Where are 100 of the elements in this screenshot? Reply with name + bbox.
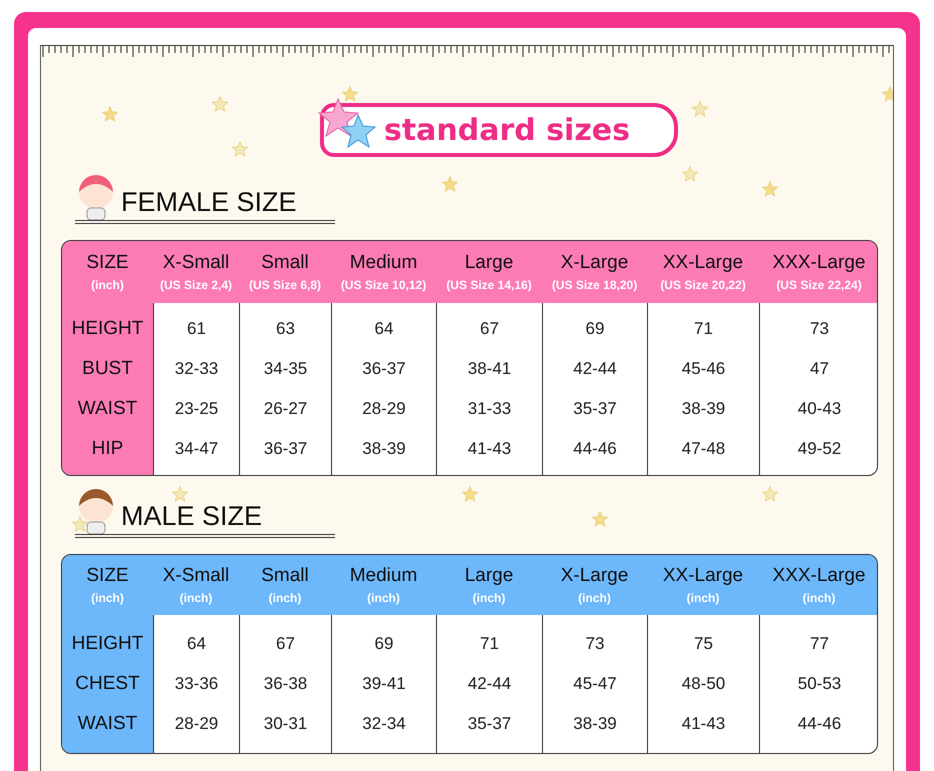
column-note: (US Size 14,16) [446, 278, 532, 292]
table-cell: 50-53 [798, 674, 842, 694]
table-cell: 38-39 [573, 714, 617, 734]
star-icon [761, 180, 779, 198]
table-cell: 28-29 [174, 714, 218, 734]
star-icon [231, 140, 249, 158]
table-cell: 49-52 [798, 439, 842, 459]
table-cell: 33-36 [174, 674, 218, 694]
table-cell: 36-37 [264, 439, 308, 459]
table-cell: 34-47 [174, 439, 218, 459]
star-icon [591, 510, 609, 528]
column-label: SIZE [86, 252, 129, 274]
column-label: XXX-Large [772, 252, 866, 274]
column-label: XX-Large [662, 252, 744, 274]
table-cell: 61 [187, 319, 206, 339]
star-icon [761, 485, 779, 503]
table-cell: 40-43 [798, 399, 842, 419]
star-icon [441, 175, 459, 193]
table-cell: 38-39 [682, 399, 726, 419]
column-note: (inch) [180, 591, 212, 605]
column-note: (inch) [802, 591, 836, 605]
table-cell: 32-34 [362, 714, 406, 734]
column-note: (inch) [91, 278, 124, 292]
column-note: (US Size 18,20) [552, 278, 638, 292]
column-label: X-Small [162, 565, 230, 587]
table-cell: 32-33 [174, 359, 218, 379]
star-icon [101, 105, 119, 123]
row-label: WAIST [78, 398, 138, 420]
table-cell: 41-43 [682, 714, 726, 734]
table-cell: 64 [374, 319, 394, 339]
table-cell: 71 [694, 319, 713, 339]
star-icon [681, 165, 699, 183]
table-cell: 69 [374, 634, 394, 654]
column-note: (inch) [578, 591, 611, 605]
table-cell: 38-39 [362, 439, 406, 459]
table-cell: 23-25 [174, 399, 218, 419]
table-cell: 42-44 [573, 359, 617, 379]
row-label: HEIGHT [72, 633, 144, 655]
row-label: HIP [92, 438, 124, 460]
column-note: (US Size 10,12) [340, 278, 426, 292]
table-cell: 30-31 [264, 714, 308, 734]
table-cell: 73 [810, 319, 829, 339]
column-note: (inch) [686, 591, 720, 605]
column-label: X-Small [162, 252, 230, 274]
page-title: standard sizes [384, 112, 630, 148]
column-note: (inch) [367, 591, 400, 605]
table-cell: 26-27 [264, 399, 308, 419]
column-note: (inch) [268, 591, 302, 605]
row-label: WAIST [78, 713, 138, 735]
column-label: SIZE [86, 565, 129, 587]
table-cell: 28-29 [362, 399, 406, 419]
table-cell: 42-44 [468, 674, 512, 694]
row-label: BUST [82, 358, 133, 380]
table-cell: 35-37 [468, 714, 512, 734]
column-note: (inch) [472, 591, 506, 605]
table-cell: 31-33 [468, 399, 512, 419]
table-cell: 41-43 [468, 439, 512, 459]
column-label: Small [261, 252, 309, 274]
column-note: (US Size 20,22) [660, 278, 746, 292]
star-icon [461, 485, 479, 503]
table-cell: 64 [187, 634, 206, 654]
section-heading: FEMALE SIZE [121, 187, 297, 219]
column-label: X-Large [560, 252, 628, 274]
column-label: XXX-Large [772, 565, 866, 587]
column-label: Large [464, 565, 514, 587]
table-cell: 69 [586, 319, 604, 339]
table-cell: 45-46 [682, 359, 726, 379]
table-cell: 44-46 [573, 439, 617, 459]
table-cell: 67 [276, 634, 295, 654]
row-label: CHEST [75, 673, 140, 695]
table-cell: 44-46 [798, 714, 842, 734]
column-note: (US Size 22,24) [776, 278, 862, 292]
table-cell: 75 [694, 634, 713, 654]
table-cell: 36-37 [362, 359, 406, 379]
table-cell: 45-47 [573, 674, 617, 694]
column-note: (US Size 6,8) [248, 278, 322, 292]
table-cell: 34-35 [264, 359, 308, 379]
column-label: Medium [350, 252, 418, 274]
column-note: (inch) [91, 591, 124, 605]
column-label: Medium [350, 565, 418, 587]
table-cell: 67 [480, 319, 499, 339]
column-label: X-Large [560, 565, 628, 587]
star-icon [71, 515, 89, 533]
table-cell: 73 [586, 634, 604, 654]
section-heading: MALE SIZE [121, 501, 262, 533]
table-cell: 38-41 [468, 359, 512, 379]
column-label: XX-Large [662, 565, 744, 587]
star-icon [691, 100, 709, 118]
column-label: Large [464, 252, 514, 274]
table-cell: 36-38 [264, 674, 308, 694]
table-cell: 35-37 [573, 399, 617, 419]
star-icon [211, 95, 229, 113]
star-icon [171, 485, 189, 503]
table-cell: 47-48 [682, 439, 726, 459]
table-cell: 63 [276, 319, 295, 339]
row-label: HEIGHT [72, 318, 144, 340]
table-cell: 47 [810, 359, 829, 379]
table-cell: 48-50 [682, 674, 726, 694]
table-cell: 71 [480, 634, 499, 654]
table-cell: 39-41 [362, 674, 406, 694]
